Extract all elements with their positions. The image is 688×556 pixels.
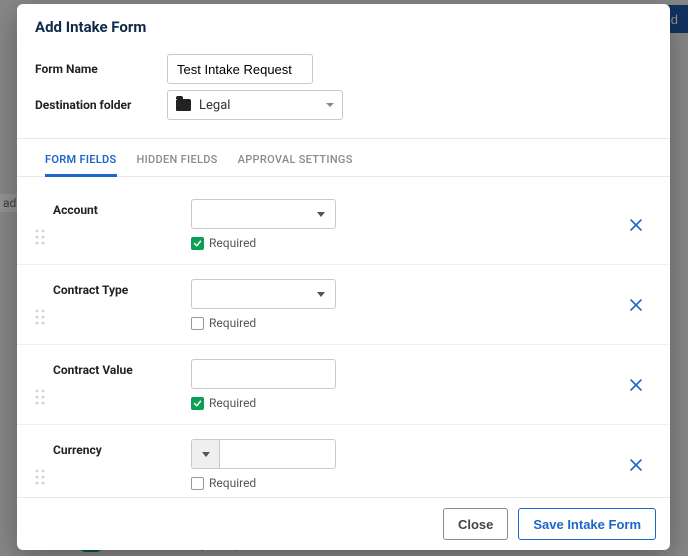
tabs: FORM FIELDS HIDDEN FIELDS APPROVAL SETTING… [17, 139, 670, 177]
field-row: Account Required [17, 185, 670, 264]
field-control: Required [191, 359, 336, 410]
field-label: Contract Value [53, 359, 191, 377]
required-label: Required [209, 396, 256, 410]
add-intake-form-modal: Add Intake Form Form Name Destination fo… [17, 4, 670, 550]
field-split-input[interactable] [191, 439, 336, 469]
checkbox-icon [191, 317, 204, 330]
tab-hidden-fields[interactable]: HIDDEN FIELDS [137, 147, 218, 176]
required-toggle[interactable]: Required [191, 396, 336, 410]
drag-handle-icon[interactable] [27, 439, 53, 485]
field-row: Contract Type Required [17, 264, 670, 344]
destination-folder-label: Destination folder [35, 98, 147, 112]
required-label: Required [209, 236, 256, 250]
form-name-input[interactable] [167, 54, 313, 84]
remove-field-button[interactable] [626, 455, 646, 475]
field-control: Required [191, 279, 336, 330]
tab-form-fields[interactable]: FORM FIELDS [45, 147, 117, 176]
field-select[interactable] [191, 199, 336, 229]
form-fields-panel[interactable]: AccountRequiredContract TypeRequiredCont… [17, 177, 670, 497]
chevron-down-icon [202, 452, 210, 457]
remove-field-button[interactable] [626, 215, 646, 235]
required-label: Required [209, 476, 256, 490]
modal-header: Add Intake Form [17, 4, 670, 44]
remove-field-button[interactable] [626, 375, 646, 395]
destination-folder-value: Legal [199, 98, 318, 113]
required-toggle[interactable]: Required [191, 316, 336, 330]
field-control: Required [191, 439, 336, 490]
chevron-down-icon [317, 212, 325, 217]
modal-footer: Close Save Intake Form [17, 497, 670, 550]
drag-handle-icon[interactable] [27, 279, 53, 325]
form-name-label: Form Name [35, 62, 147, 76]
tab-approval-settings[interactable]: APPROVAL SETTINGS [238, 147, 353, 176]
save-intake-form-button[interactable]: Save Intake Form [518, 508, 656, 540]
field-row: Contract Value Required [17, 344, 670, 424]
field-label: Account [53, 199, 191, 217]
field-control: Required [191, 199, 336, 250]
field-label: Currency [53, 439, 191, 457]
destination-folder-select[interactable]: Legal [167, 90, 343, 120]
field-label: Contract Type [53, 279, 191, 297]
field-text-input[interactable] [191, 359, 336, 389]
drag-handle-icon[interactable] [27, 359, 53, 405]
field-select[interactable] [191, 279, 336, 309]
required-label: Required [209, 316, 256, 330]
checkbox-icon [191, 477, 204, 490]
field-row: Currency Required [17, 424, 670, 497]
drag-handle-icon[interactable] [27, 199, 53, 245]
close-button[interactable]: Close [443, 508, 508, 540]
required-toggle[interactable]: Required [191, 236, 336, 250]
form-top: Form Name Destination folder Legal [17, 44, 670, 139]
field-split-button[interactable] [192, 440, 220, 468]
modal-title: Add Intake Form [35, 18, 652, 36]
chevron-down-icon [317, 292, 325, 297]
required-toggle[interactable]: Required [191, 476, 336, 490]
chevron-down-icon [326, 103, 334, 107]
checkbox-icon [191, 397, 204, 410]
folder-icon [176, 99, 191, 111]
remove-field-button[interactable] [626, 295, 646, 315]
checkbox-icon [191, 237, 204, 250]
